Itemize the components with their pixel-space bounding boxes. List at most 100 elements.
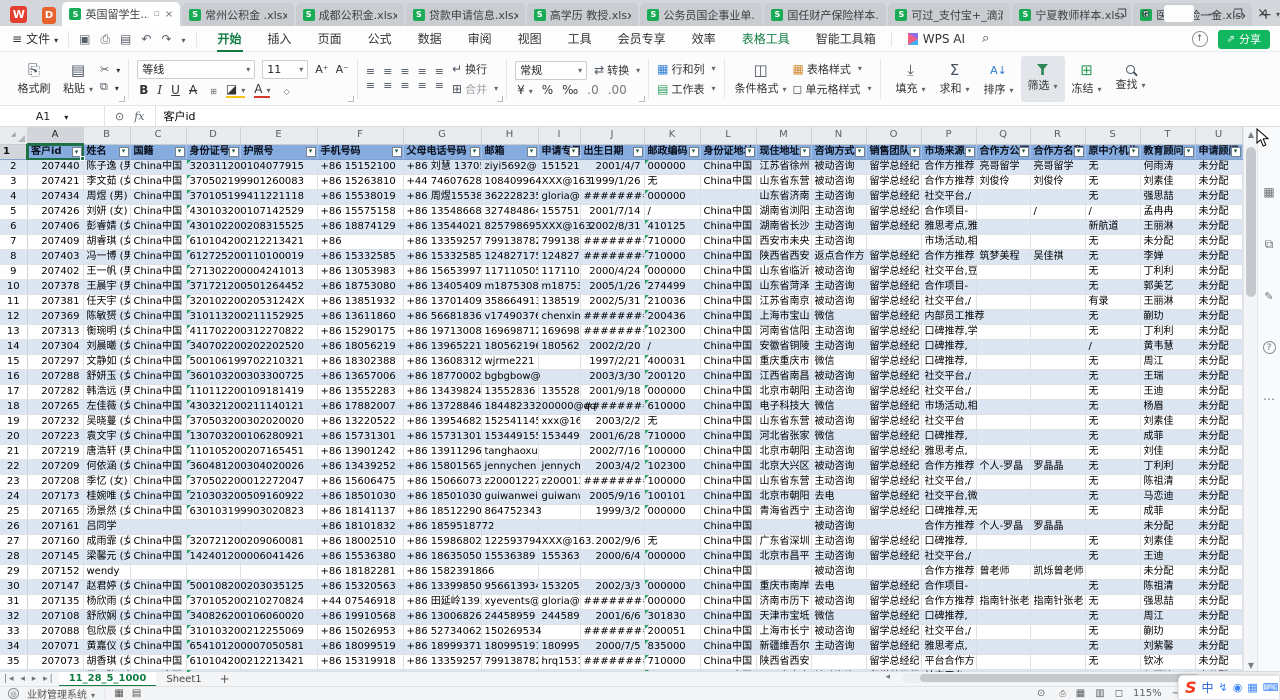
cell-F7[interactable]: +86 xyxy=(317,235,403,250)
cell-K4[interactable]: 000000 xyxy=(644,190,700,205)
cell-S10[interactable]: 无 xyxy=(1085,280,1140,295)
cell-G21[interactable]: +86 1391129694 xyxy=(403,445,481,460)
cell-F34[interactable]: +86 18099519 xyxy=(317,640,403,655)
row-header-5[interactable]: 5 xyxy=(0,205,27,220)
cell-S35[interactable]: 无 xyxy=(1085,655,1140,670)
cell-J10[interactable]: 2005/1/26 xyxy=(580,280,644,295)
row-header-13[interactable]: 13 xyxy=(0,325,27,340)
cell-F8[interactable]: +86 15332585 xyxy=(317,250,403,265)
filter-dropdown-icon[interactable]: ▾ xyxy=(633,147,643,157)
cell-C4[interactable]: China中国 xyxy=(130,190,186,205)
redo-icon[interactable] xyxy=(161,33,171,45)
cell-L22[interactable]: China中国 xyxy=(700,460,756,475)
cell-R9[interactable] xyxy=(1030,265,1085,280)
cell-F27[interactable]: +86 18002510 xyxy=(317,535,403,550)
column-header-T[interactable]: T xyxy=(1140,127,1195,144)
cell-C13[interactable]: China中国 xyxy=(130,325,186,340)
cell-L25[interactable]: China中国 xyxy=(700,505,756,520)
column-header-O[interactable]: O xyxy=(866,127,921,144)
cell-B27[interactable]: 成雨霏 (女 xyxy=(83,535,130,550)
cell-J25[interactable]: 1999/3/2 xyxy=(580,505,644,520)
row-header-7[interactable]: 7 xyxy=(0,235,27,250)
cell-A29[interactable]: 207152 xyxy=(27,565,83,580)
cell-S7[interactable]: 无 xyxy=(1085,235,1140,250)
cell-G14[interactable]: +86 1396522100 xyxy=(403,340,481,355)
paste-button[interactable]: 粘贴 xyxy=(56,56,100,102)
cell-P27[interactable]: 口碑推荐, xyxy=(921,535,976,550)
cell-F6[interactable]: +86 18874129 xyxy=(317,220,403,235)
cell-U25[interactable]: 未分配 xyxy=(1195,505,1242,520)
cell-L13[interactable]: China中国 xyxy=(700,325,756,340)
cell-A33[interactable]: 207088 xyxy=(27,625,83,640)
cell-O21[interactable]: 留学总经纪 xyxy=(866,445,921,460)
cell-P11[interactable]: 社交平台,/ xyxy=(921,295,976,310)
menu-item-视图[interactable]: 视图 xyxy=(505,26,555,52)
row-header-34[interactable]: 34 xyxy=(0,640,27,655)
row-header-10[interactable]: 10 xyxy=(0,280,27,295)
cell-B19[interactable]: 吴晓蔓 (女 xyxy=(83,415,130,430)
cell-J14[interactable]: 2002/2/20 xyxy=(580,340,644,355)
cell-J22[interactable]: 2003/4/2 xyxy=(580,460,644,475)
cell-S2[interactable]: 无 xyxy=(1085,160,1140,175)
cell-C33[interactable]: China中国 xyxy=(130,625,186,640)
cell-U29[interactable]: 未分配 xyxy=(1195,565,1242,580)
cell-B23[interactable]: 季忆 (女) xyxy=(83,475,130,490)
cell-L9[interactable]: China中国 xyxy=(700,265,756,280)
cell-M33[interactable]: 上海市长宁 xyxy=(756,625,811,640)
cell-U14[interactable]: 未分配 xyxy=(1195,340,1242,355)
cell-U24[interactable]: 未分配 xyxy=(1195,490,1242,505)
cell-H4[interactable]: 362228235 xyxy=(481,190,538,205)
cell-D17[interactable]: 110112200109181419 xyxy=(186,385,240,400)
menu-item-会员专享[interactable]: 会员专享 xyxy=(605,26,679,52)
cell-A2[interactable]: 207440 xyxy=(27,160,83,175)
cell-J30[interactable]: 2002/3/3 xyxy=(580,580,644,595)
cell-S20[interactable]: 无 xyxy=(1085,430,1140,445)
column-header-P[interactable]: P xyxy=(921,127,976,144)
cell-B34[interactable]: 黄嘉仪 (女 xyxy=(83,640,130,655)
rail-edit-icon[interactable]: ✎ xyxy=(1264,290,1273,303)
cell-R28[interactable] xyxy=(1030,550,1085,565)
cell-T28[interactable]: 王迪 xyxy=(1140,550,1195,565)
cell-B24[interactable]: 桂婉唯 (女 xyxy=(83,490,130,505)
scrollbar-thumb[interactable] xyxy=(1246,147,1256,297)
cell-F5[interactable]: +86 15575158 xyxy=(317,205,403,220)
cell-B28[interactable]: 梁馨元 (女 xyxy=(83,550,130,565)
row-header-31[interactable]: 31 xyxy=(0,595,27,610)
cell-O27[interactable]: 留学总经纪 xyxy=(866,535,921,550)
cell-K14[interactable]: / xyxy=(644,340,700,355)
cell-D30[interactable]: 500108200203035125 xyxy=(186,580,240,595)
cell-O35[interactable]: 留学总经纪 xyxy=(866,655,921,670)
cell-O10[interactable]: 留学总经纪 xyxy=(866,280,921,295)
cell-K20[interactable]: 710000 xyxy=(644,430,700,445)
cell-S3[interactable]: 无 xyxy=(1085,175,1140,190)
cell-T21[interactable]: 刘佳 xyxy=(1140,445,1195,460)
cell-C12[interactable]: China中国 xyxy=(130,310,186,325)
cell-Q17[interactable] xyxy=(976,385,1030,400)
file-tab[interactable]: S贷款申请信息.xlsx xyxy=(406,3,525,26)
cell-T4[interactable]: 强思喆 xyxy=(1140,190,1195,205)
cell-P12[interactable]: 内部员工推荐 xyxy=(921,310,976,325)
cell-C27[interactable]: China中国 xyxy=(130,535,186,550)
cell-P5[interactable]: 合作项目- xyxy=(921,205,976,220)
cell-D26[interactable] xyxy=(186,520,240,535)
cell-I31[interactable]: gloria@uk xyxy=(538,595,580,610)
column-header-N[interactable]: N xyxy=(811,127,866,144)
undo-icon[interactable] xyxy=(141,33,151,45)
cell-K28[interactable]: 000000 xyxy=(644,550,700,565)
row-header-1[interactable]: 1 xyxy=(0,144,27,160)
cell-F4[interactable]: +86 15538019 xyxy=(317,190,403,205)
cell-U22[interactable]: 未分配 xyxy=(1195,460,1242,475)
field-header-K[interactable]: 邮政编码▾ xyxy=(644,144,700,160)
filter-dropdown-icon[interactable]: ▾ xyxy=(800,147,810,157)
filter-dropdown-icon[interactable]: ▾ xyxy=(527,147,537,157)
cell-A20[interactable]: 207223 xyxy=(27,430,83,445)
cell-S33[interactable]: 无 xyxy=(1085,625,1140,640)
cell-M4[interactable]: 山东省济南 xyxy=(756,190,811,205)
cell-H10[interactable]: m18753080 xyxy=(481,280,538,295)
percent-button[interactable]: % xyxy=(542,83,553,97)
italic-button[interactable]: I xyxy=(157,83,162,97)
cell-H20[interactable]: 153449155 xyxy=(481,430,538,445)
cell-A22[interactable]: 207209 xyxy=(27,460,83,475)
cell-R8[interactable]: 吴佳祺 xyxy=(1030,250,1085,265)
cell-O33[interactable]: 留学总经纪 xyxy=(866,625,921,640)
